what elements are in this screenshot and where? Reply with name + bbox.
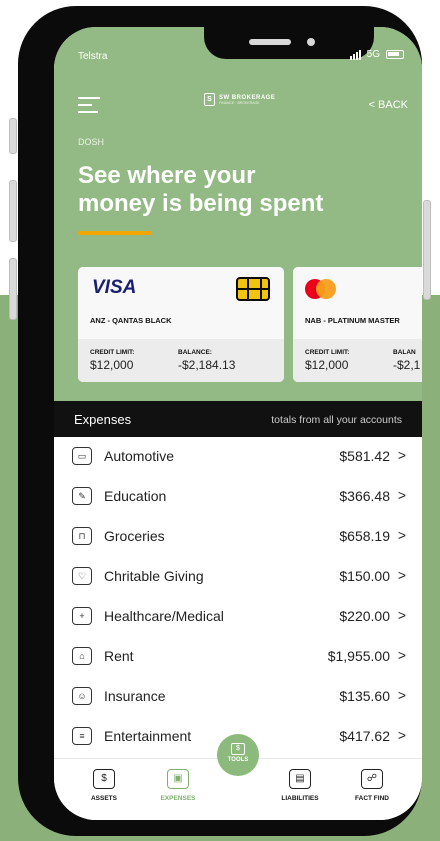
car-icon: ▭ [72, 447, 92, 465]
card-name: ANZ - QANTAS BLACK [90, 316, 172, 325]
healthcare-icon: + [72, 607, 92, 625]
expense-row-insurance[interactable]: ☺ Insurance $135.60 > [54, 677, 422, 717]
chevron-right-icon: > [397, 527, 406, 543]
expenses-subtitle: totals from all your accounts [271, 414, 402, 426]
chevron-right-icon: > [397, 447, 406, 463]
mastercard-logo-icon [305, 279, 343, 299]
credit-card-nab[interactable]: NAB - PLATINUM MASTER CREDIT LIMIT: $12,… [293, 267, 422, 382]
tab-fact-find[interactable]: ☍ FACT FIND [340, 769, 404, 802]
card-name: NAB - PLATINUM MASTER [305, 316, 400, 325]
credit-limit-value: $12,000 [305, 358, 349, 372]
balance-value: -$2,1 [393, 358, 421, 372]
phone-side-button [423, 200, 431, 300]
title-underline [78, 231, 152, 235]
expenses-title: Expenses [74, 412, 132, 427]
status-icons: 5G [349, 49, 404, 60]
education-icon: ✎ [72, 487, 92, 505]
phone-side-button [9, 180, 17, 242]
balance-label: BALAN [393, 349, 416, 356]
chevron-right-icon: > [397, 687, 406, 703]
camera [307, 38, 315, 46]
expense-row-rent[interactable]: ⌂ Rent $1,955.00 > [54, 637, 422, 677]
credit-card-anz[interactable]: VISA ANZ - QANTAS BLACK CREDIT LIMIT: $1… [78, 267, 284, 382]
app-screen: Telstra 5G S SW BROKERAGE FINANCE · BROK… [54, 27, 422, 820]
tab-expenses[interactable]: ▣ EXPENSES [146, 769, 210, 802]
chevron-right-icon: > [397, 487, 406, 503]
expenses-header: Expenses totals from all your accounts [54, 401, 422, 437]
charity-icon: ♡ [72, 567, 92, 585]
tools-button[interactable]: $ TOOLS [217, 734, 259, 776]
shield-logo-icon: S [204, 93, 215, 106]
wallet-icon: ▣ [167, 769, 189, 789]
chevron-right-icon: > [397, 567, 406, 583]
brand-logo: S SW BROKERAGE FINANCE · BROKERAGE [204, 93, 275, 106]
toolbox-icon: $ [231, 743, 245, 755]
phone-frame: Telstra 5G S SW BROKERAGE FINANCE · BROK… [18, 6, 422, 836]
back-button[interactable]: < BACK [369, 99, 408, 111]
chevron-right-icon: > [397, 727, 406, 743]
liabilities-icon: ▤ [289, 769, 311, 789]
balance-value: -$2,184.13 [178, 358, 236, 372]
chevron-right-icon: > [397, 647, 406, 663]
balance-label: BALANCE: [178, 349, 212, 356]
visa-logo: VISA [92, 277, 137, 298]
section-label: DOSH [78, 137, 105, 147]
brand-tagline: FINANCE · BROKERAGE [219, 100, 260, 105]
page-title: See where your money is being spent [78, 162, 324, 217]
phone-side-button [9, 118, 17, 154]
phone-notch [204, 27, 374, 59]
assets-icon: $ [93, 769, 115, 789]
insurance-icon: ☺ [72, 687, 92, 705]
network-label: 5G [366, 49, 380, 60]
expense-row-groceries[interactable]: ⊓ Groceries $658.19 > [54, 517, 422, 557]
expense-row-automotive[interactable]: ▭ Automotive $581.42 > [54, 437, 422, 477]
menu-icon[interactable] [78, 97, 100, 118]
credit-limit-label: CREDIT LIMIT: [305, 349, 350, 356]
tab-assets[interactable]: $ ASSETS [72, 769, 136, 802]
card-chip-icon [236, 277, 270, 301]
fact-find-icon: ☍ [361, 769, 383, 789]
battery-icon [386, 50, 404, 59]
expense-row-healthcare[interactable]: + Healthcare/Medical $220.00 > [54, 597, 422, 637]
speaker [249, 39, 291, 45]
credit-limit-label: CREDIT LIMIT: [90, 349, 135, 356]
credit-limit-value: $12,000 [90, 358, 134, 372]
entertainment-icon: ≡ [72, 727, 92, 745]
carrier-label: Telstra [78, 51, 108, 62]
chevron-right-icon: > [397, 607, 406, 623]
expense-row-charitable-giving[interactable]: ♡ Chritable Giving $150.00 > [54, 557, 422, 597]
tab-liabilities[interactable]: ▤ LIABILITIES [268, 769, 332, 802]
phone-side-button [9, 258, 17, 320]
signal-icon [349, 49, 361, 60]
groceries-icon: ⊓ [72, 527, 92, 545]
expense-row-education[interactable]: ✎ Education $366.48 > [54, 477, 422, 517]
rent-icon: ⌂ [72, 647, 92, 665]
hero-section: Telstra 5G S SW BROKERAGE FINANCE · BROK… [54, 27, 422, 401]
